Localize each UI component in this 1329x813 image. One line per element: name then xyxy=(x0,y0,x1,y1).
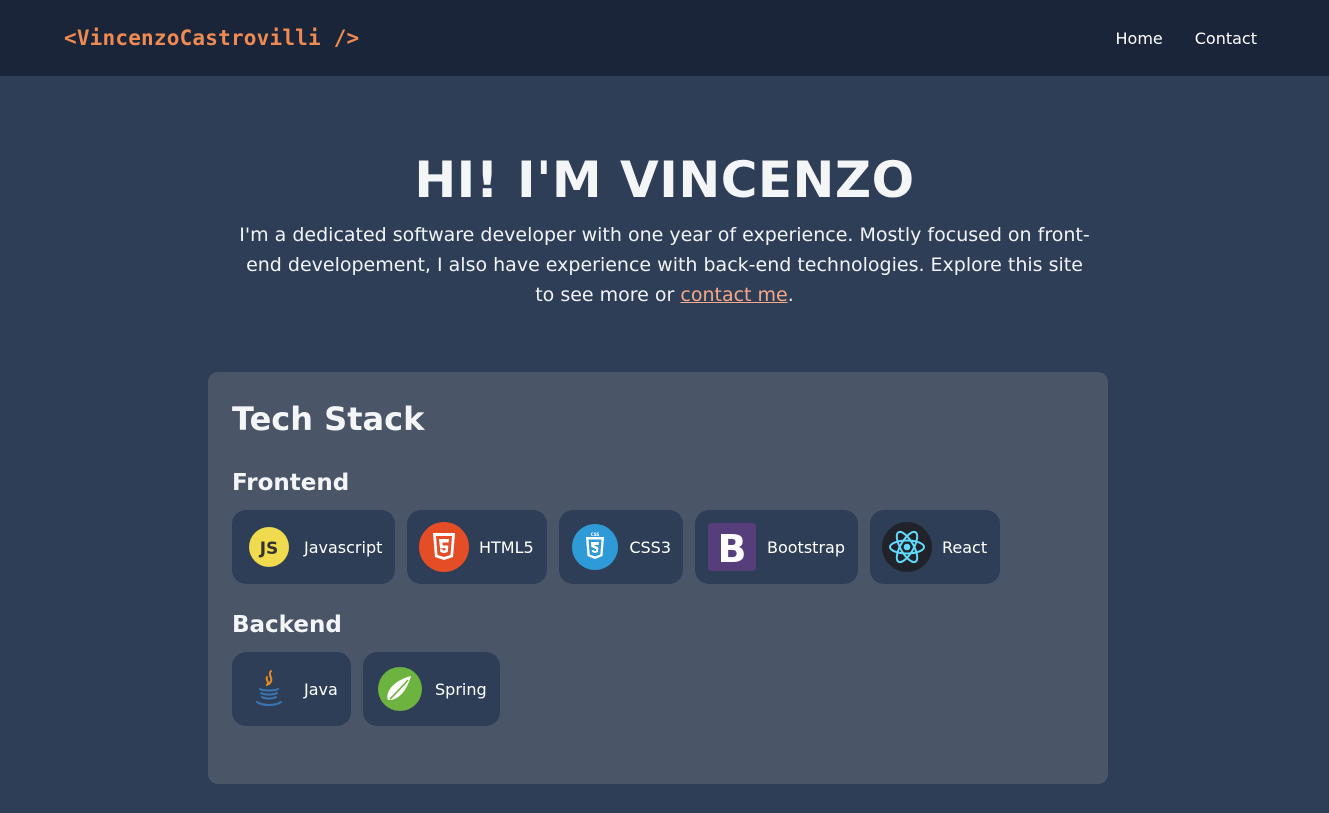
frontend-chips: JS Javascript HTML5 CSS CSS3 B Bootstrap… xyxy=(232,510,1084,584)
spring-icon xyxy=(375,664,425,714)
tech-chip-spring[interactable]: Spring xyxy=(363,652,500,726)
hero-intro: I'm a dedicated software developer with … xyxy=(235,220,1095,310)
nav-links: Home Contact xyxy=(1116,29,1258,48)
tech-chip-css3[interactable]: CSS CSS3 xyxy=(559,510,683,584)
navbar: <VincenzoCastrovilli /> Home Contact xyxy=(0,0,1329,76)
hero-section: HI! I'M VINCENZO I'm a dedicated softwar… xyxy=(0,76,1329,310)
react-icon xyxy=(882,522,932,572)
backend-heading: Backend xyxy=(232,612,342,638)
hero-intro-text: I'm a dedicated software developer with … xyxy=(239,224,1090,306)
tech-chip-java[interactable]: Java xyxy=(232,652,351,726)
tech-chip-label: Spring xyxy=(435,679,487,699)
hero-title: HI! I'M VINCENZO xyxy=(414,151,915,209)
html5-icon xyxy=(419,522,469,572)
tech-chip-react[interactable]: React xyxy=(870,510,1000,584)
nav-link-home[interactable]: Home xyxy=(1116,29,1163,48)
site-logo[interactable]: <VincenzoCastrovilli /> xyxy=(64,26,359,50)
tech-chip-javascript[interactable]: JS Javascript xyxy=(232,510,395,584)
svg-text:JS: JS xyxy=(259,539,279,559)
tech-chip-label: CSS3 xyxy=(629,537,671,557)
javascript-icon: JS xyxy=(244,522,294,572)
hero-intro-end: . xyxy=(787,284,794,306)
tech-chip-bootstrap[interactable]: B Bootstrap xyxy=(695,510,858,584)
svg-text:CSS: CSS xyxy=(591,532,600,537)
tech-stack-card: Tech Stack Frontend JS Javascript HTML5 … xyxy=(208,372,1108,784)
nav-link-contact[interactable]: Contact xyxy=(1195,29,1257,48)
tech-chip-label: HTML5 xyxy=(479,537,534,557)
tech-chip-html5[interactable]: HTML5 xyxy=(407,510,547,584)
backend-chips: Java Spring xyxy=(232,652,1084,726)
contact-me-link[interactable]: contact me xyxy=(680,284,787,306)
java-icon xyxy=(244,664,294,714)
bootstrap-icon: B xyxy=(707,522,757,572)
svg-text:B: B xyxy=(718,527,747,571)
tech-chip-label: Java xyxy=(304,679,338,699)
tech-chip-label: Javascript xyxy=(304,537,383,557)
frontend-heading: Frontend xyxy=(232,470,350,496)
css3-icon: CSS xyxy=(571,522,619,572)
tech-stack-title: Tech Stack xyxy=(232,400,425,438)
tech-chip-label: React xyxy=(942,537,988,557)
tech-chip-label: Bootstrap xyxy=(767,537,845,557)
